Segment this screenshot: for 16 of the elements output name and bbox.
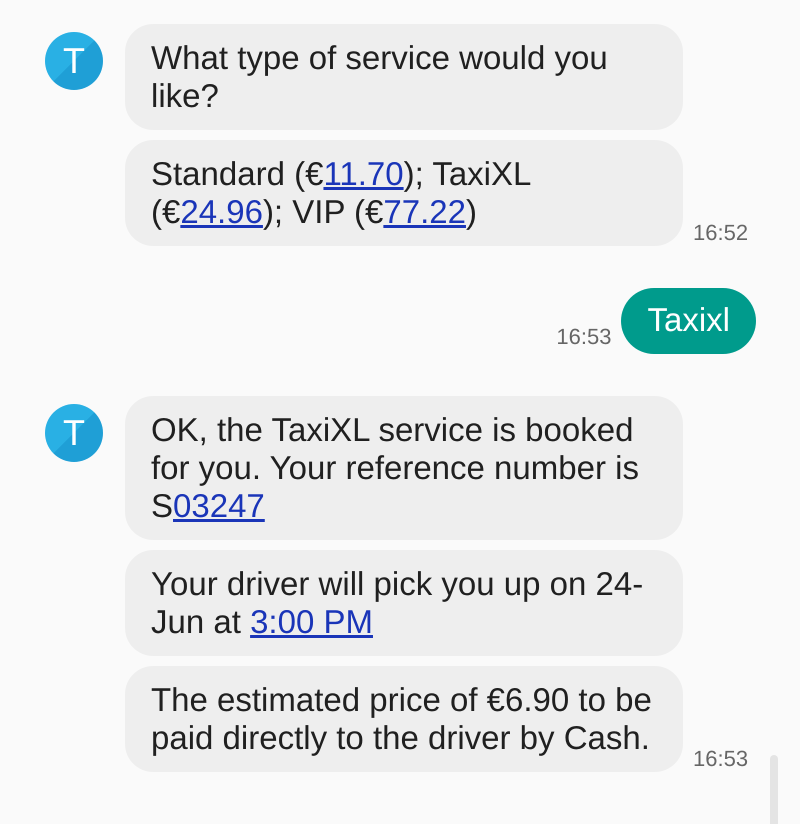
avatar: T	[45, 404, 103, 462]
message-time: 16:53	[556, 324, 612, 350]
message-bubble: OK, the TaxiXL service is booked for you. Your reference number is S03247	[125, 396, 683, 540]
message-bubble: Standard (€11.70); TaxiXL (€24.96); VIP (€77.22)	[125, 140, 683, 246]
message-bubble: Your driver will pick you up on 24-Jun at 3:00 PM	[125, 550, 683, 656]
message-bubble: The estimated price of €6.90 to be paid directly to the driver by Cash.	[125, 666, 683, 772]
link[interactable]: 3:00 PM	[250, 603, 373, 640]
link[interactable]: 24.96	[180, 193, 263, 230]
message-time: 16:53	[693, 746, 748, 772]
link[interactable]: 11.70	[323, 155, 404, 192]
link[interactable]: 03247	[173, 487, 265, 524]
link[interactable]: 77.22	[383, 193, 466, 230]
message-bubble: What type of service would you like?	[125, 24, 683, 130]
message-time: 16:52	[693, 220, 748, 246]
avatar: T	[45, 32, 103, 90]
message-bubble: Taxixl	[621, 288, 756, 354]
